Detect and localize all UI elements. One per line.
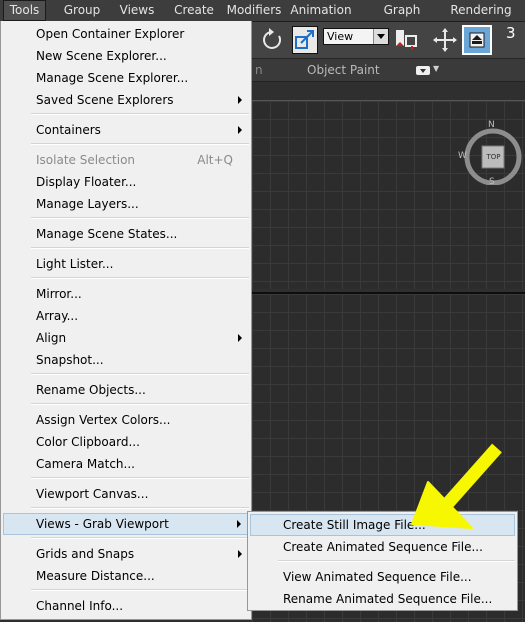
menu-item-isolate-selection[interactable]: Isolate Selection Alt+Q (3, 149, 249, 171)
select-and-scale-icon[interactable] (292, 26, 318, 54)
menu-create[interactable]: Create (170, 0, 218, 21)
submenu-arrow-icon (238, 96, 242, 104)
menu-item-open-container-explorer[interactable]: Open Container Explorer (3, 23, 249, 45)
annotation-arrow-icon (411, 443, 502, 529)
menu-item-rename-animated-sequence-file[interactable]: Rename Animated Sequence File... (250, 588, 515, 610)
menu-item-snapshot[interactable]: Snapshot... (3, 349, 249, 371)
menu-tools[interactable]: Tools (3, 0, 46, 21)
menu-separator (31, 277, 249, 279)
menu-separator (31, 537, 249, 539)
menu-bar: Tools Group Views Create Modifiers Anima… (0, 0, 525, 38)
menu-item-saved-scene-explorers[interactable]: Saved Scene Explorers (3, 89, 249, 111)
menu-separator (31, 589, 249, 591)
menu-separator (31, 113, 249, 115)
menu-group[interactable]: Group (60, 0, 104, 21)
named-selection-icon[interactable] (392, 26, 422, 54)
menu-item-light-lister[interactable]: Light Lister... (3, 253, 249, 275)
compass-south-label: S (489, 177, 495, 187)
menu-item-viewport-canvas[interactable]: Viewport Canvas... (3, 483, 249, 505)
shortcut-label: Alt+Q (197, 153, 233, 167)
menu-modifiers[interactable]: Modifiers (226, 0, 282, 21)
menu-separator (31, 477, 249, 479)
menu-separator (31, 507, 249, 509)
ribbon-tab-truncated[interactable]: n (255, 63, 263, 77)
menu-item-camera-match[interactable]: Camera Match... (3, 453, 249, 475)
menu-item-containers[interactable]: Containers (3, 119, 249, 141)
chevron-down-icon[interactable] (373, 29, 388, 44)
toolbar-count-label: 3 (506, 24, 516, 42)
menu-item-view-animated-sequence-file[interactable]: View Animated Sequence File... (250, 566, 515, 588)
menu-animation[interactable]: Animation (289, 0, 353, 21)
viewport-top[interactable]: TOP N W S (252, 100, 525, 289)
viewcube[interactable]: TOP N W S (458, 120, 522, 187)
viewcube-face-label[interactable]: TOP (483, 153, 504, 161)
menu-item-grids-and-snaps[interactable]: Grids and Snaps (3, 543, 249, 565)
ribbon-dropdown-arrow[interactable]: ▼ (433, 64, 439, 73)
submenu-arrow-icon (238, 126, 242, 134)
menu-item-rename-objects[interactable]: Rename Objects... (3, 379, 249, 401)
tools-dropdown-menu: Open Container Explorer New Scene Explor… (0, 21, 252, 620)
reference-coordinate-select[interactable]: View (323, 28, 389, 45)
menu-separator (31, 403, 249, 405)
menu-item-measure-distance[interactable]: Measure Distance... (3, 565, 249, 587)
snap-toggle-icon[interactable] (462, 25, 492, 55)
redo-icon[interactable] (260, 26, 286, 54)
compass-west-label: W (458, 151, 467, 161)
submenu-arrow-icon (238, 334, 242, 342)
ribbon-toggle-icon[interactable] (416, 66, 430, 75)
menu-item-views-grab-viewport[interactable]: Views - Grab Viewport (3, 513, 249, 535)
menu-item-manage-scene-states[interactable]: Manage Scene States... (3, 223, 249, 245)
menu-item-assign-vertex-colors[interactable]: Assign Vertex Colors... (3, 409, 249, 431)
menu-item-channel-info[interactable]: Channel Info... (3, 595, 249, 617)
menu-item-manage-scene-explorer[interactable]: Manage Scene Explorer... (3, 67, 249, 89)
menu-item-new-scene-explorer[interactable]: New Scene Explorer... (3, 45, 249, 67)
menu-item-array[interactable]: Array... (3, 305, 249, 327)
menu-views[interactable]: Views (116, 0, 158, 21)
menu-item-manage-layers[interactable]: Manage Layers... (3, 193, 249, 215)
menu-separator (278, 560, 515, 562)
move-gizmo-icon[interactable] (432, 26, 458, 54)
menu-rendering[interactable]: Rendering (450, 0, 512, 21)
menu-separator (31, 143, 249, 145)
menu-separator (31, 247, 249, 249)
menu-separator (31, 373, 249, 375)
submenu-arrow-icon (237, 520, 241, 528)
submenu-arrow-icon (238, 550, 242, 558)
menu-item-align[interactable]: Align (3, 327, 249, 349)
menu-graph-editors[interactable]: Graph Editors (361, 0, 443, 38)
ribbon-bar (252, 59, 525, 82)
menu-item-mirror[interactable]: Mirror... (3, 283, 249, 305)
menu-item-create-animated-sequence-file[interactable]: Create Animated Sequence File... (250, 536, 515, 558)
ribbon-tab-object-paint[interactable]: Object Paint (307, 63, 380, 77)
compass-north-label: N (488, 120, 495, 130)
menu-item-display-floater[interactable]: Display Floater... (3, 171, 249, 193)
menu-separator (31, 217, 249, 219)
menu-item-color-clipboard[interactable]: Color Clipboard... (3, 431, 249, 453)
